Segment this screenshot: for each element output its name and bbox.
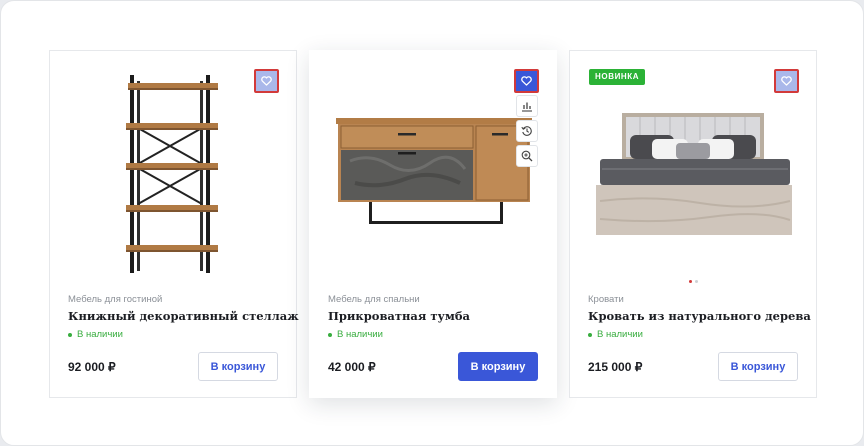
product-title[interactable]: Прикроватная тумба: [328, 309, 470, 323]
product-title[interactable]: Кровать из натурального дерева: [588, 309, 811, 323]
product-price: 42 000 ₽: [328, 360, 376, 374]
stock-label: В наличии: [77, 329, 123, 340]
product-price: 92 000 ₽: [68, 360, 116, 374]
product-price: 215 000 ₽: [588, 360, 643, 374]
compare-button[interactable]: [516, 95, 538, 117]
add-to-cart-button[interactable]: В корзину: [198, 352, 278, 381]
compare-chart-icon: [522, 102, 532, 112]
favorite-button[interactable]: [514, 69, 539, 93]
favorite-button[interactable]: [774, 69, 799, 93]
stock-status: В наличии: [68, 329, 123, 340]
product-category[interactable]: Мебель для гостиной: [68, 294, 162, 305]
add-to-cart-button[interactable]: В корзину: [458, 352, 538, 381]
heart-icon: [261, 76, 272, 86]
history-button[interactable]: [516, 120, 538, 142]
stock-label: В наличии: [337, 329, 383, 340]
favorite-button[interactable]: [254, 69, 279, 93]
product-card[interactable]: Мебель для гостиной Книжный декоративный…: [49, 50, 299, 398]
stock-dot-icon: [588, 332, 592, 337]
stock-status: В наличии: [588, 329, 643, 340]
carousel-indicator: [570, 280, 816, 283]
stock-dot-icon: [328, 332, 332, 337]
heart-icon: [781, 76, 792, 86]
stock-label: В наличии: [597, 329, 643, 340]
product-card[interactable]: Мебель для спальни Прикроватная тумба В …: [309, 50, 557, 398]
quick-actions: [516, 95, 538, 170]
product-card[interactable]: НОВИНКА Кровати Кровать из натурального …: [569, 50, 817, 398]
carousel-dot[interactable]: [694, 280, 698, 283]
heart-icon: [521, 76, 532, 86]
catalog-panel: Мебель для гостиной Книжный декоративный…: [0, 0, 864, 446]
zoom-in-icon: [521, 150, 533, 162]
quick-view-button[interactable]: [516, 145, 538, 167]
history-icon: [521, 126, 532, 136]
add-to-cart-button[interactable]: В корзину: [718, 352, 798, 381]
stock-status: В наличии: [328, 329, 383, 340]
carousel-dot[interactable]: [688, 280, 692, 283]
new-badge: НОВИНКА: [589, 69, 646, 85]
product-category[interactable]: Мебель для спальни: [328, 294, 420, 305]
stock-dot-icon: [68, 332, 72, 337]
product-category[interactable]: Кровати: [588, 294, 624, 305]
product-title[interactable]: Книжный декоративный стеллаж: [68, 309, 299, 323]
